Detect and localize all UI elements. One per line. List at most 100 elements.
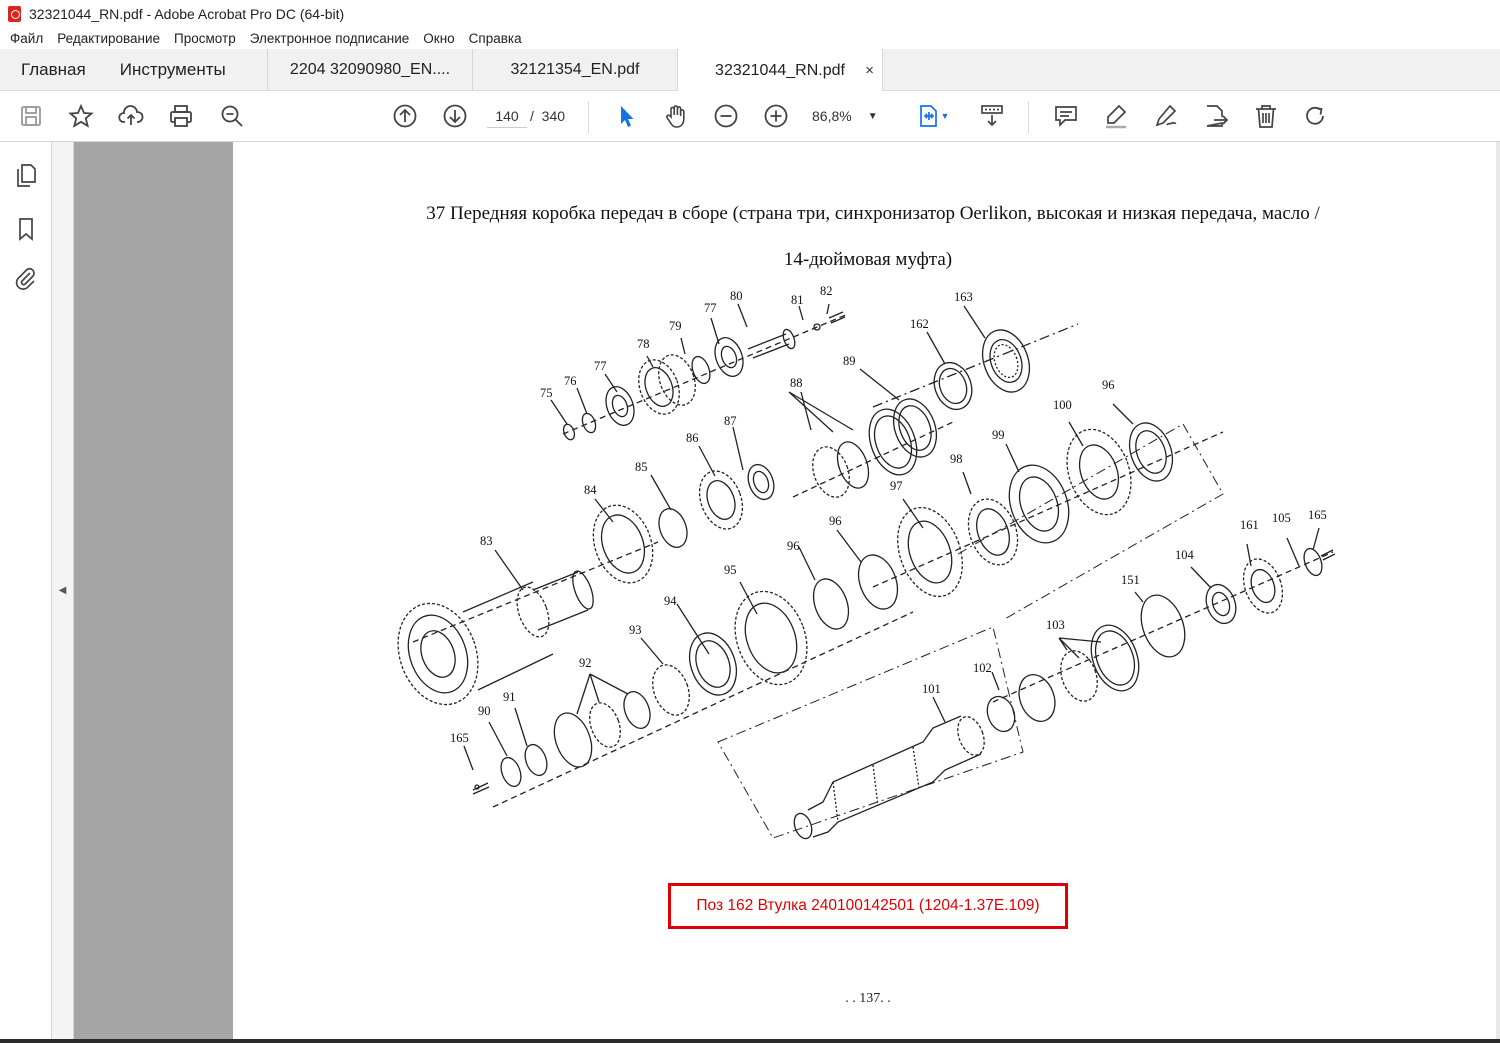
select-pointer-icon[interactable] — [611, 101, 641, 131]
zoom-out-icon[interactable] — [711, 101, 741, 131]
tab-document-2[interactable]: 32121354_EN.pdf — [473, 49, 678, 91]
callout-label: 101 — [922, 682, 941, 696]
attachments-icon[interactable] — [13, 266, 39, 292]
printed-page-number: . . 137. . — [845, 991, 891, 1006]
diagram-callouts: 75 76 77 78 79 77 80 81 82 163 162 89 88… — [450, 284, 1327, 745]
callout-label: 76 — [564, 374, 577, 388]
callout-label: 86 — [686, 431, 699, 445]
menu-e-sign[interactable]: Электронное подписание — [250, 31, 410, 46]
callout-label: 77 — [704, 301, 717, 315]
vertical-scrollbar[interactable] — [1496, 142, 1500, 1039]
tab-document-1-label: 2204 32090980_EN.... — [289, 61, 451, 78]
delete-icon[interactable] — [1251, 101, 1281, 131]
upload-icon[interactable] — [116, 101, 146, 131]
menu-help[interactable]: Справка — [469, 31, 522, 46]
callout-label: 162 — [910, 317, 929, 331]
callout-label: 77 — [594, 359, 607, 373]
page-thumbnails-icon[interactable] — [13, 162, 39, 188]
callout-label: 84 — [584, 483, 597, 497]
print-icon[interactable] — [166, 101, 196, 131]
tab-document-2-label: 32121354_EN.pdf — [510, 61, 640, 78]
panel-collapse-arrow[interactable]: ◀ — [52, 142, 74, 1039]
callout-label: 90 — [478, 704, 491, 718]
callout-label: 96 — [829, 514, 842, 528]
scroll-mode-icon[interactable] — [977, 101, 1007, 131]
callout-label: 105 — [1272, 511, 1291, 525]
callout-label: 99 — [992, 428, 1005, 442]
callout-label: 103 — [1046, 618, 1065, 632]
tab-bar: Главная Инструменты 2204 32090980_EN....… — [0, 49, 1500, 92]
toolbar: 140 / 340 86,8% ▼ ▼ — [0, 91, 1500, 142]
callout-label: 88 — [790, 376, 803, 390]
tab-tools[interactable]: Инструменты — [120, 60, 226, 80]
home-tools-tabs: Главная Инструменты — [0, 49, 268, 91]
annotation-note-text: Поз 162 Втулка 240100142501 (1204-1.37E.… — [696, 897, 1040, 914]
tab-document-1[interactable]: 2204 32090980_EN.... — [268, 49, 473, 91]
callout-label: 92 — [579, 656, 592, 670]
page-total-label: / 340 — [530, 108, 565, 124]
annotation-note: Поз 162 Втулка 240100142501 (1204-1.37E.… — [668, 883, 1068, 929]
hand-icon[interactable] — [661, 101, 691, 131]
tab-home[interactable]: Главная — [21, 60, 86, 80]
callout-label: 80 — [730, 289, 743, 303]
page-separator: / — [530, 108, 534, 124]
star-icon[interactable] — [66, 101, 96, 131]
callout-label: 81 — [791, 293, 804, 307]
callout-label: 102 — [973, 661, 992, 675]
callout-label: 96 — [1102, 378, 1115, 392]
callout-label: 85 — [635, 460, 648, 474]
page-total: 340 — [541, 108, 566, 124]
zoom-value: 86,8% — [812, 108, 852, 124]
callout-label: 100 — [1053, 398, 1072, 412]
pdf-app-icon — [8, 5, 21, 22]
menu-bar: Файл Редактирование Просмотр Электронное… — [0, 27, 1500, 49]
callout-label: 161 — [1240, 518, 1259, 532]
menu-window[interactable]: Окно — [423, 31, 454, 46]
callout-label: 98 — [950, 452, 963, 466]
page-number-input[interactable]: 140 — [487, 104, 527, 128]
callout-label: 87 — [724, 414, 737, 428]
tab-document-3[interactable]: 32321044_RN.pdf × — [678, 49, 883, 92]
callout-label: 165 — [450, 731, 469, 745]
callout-label: 82 — [820, 284, 833, 298]
close-icon[interactable]: × — [865, 62, 874, 79]
menu-file[interactable]: Файл — [10, 31, 43, 46]
fit-page-dropdown-icon[interactable]: ▼ — [938, 101, 952, 131]
callout-label: 78 — [637, 337, 650, 351]
navigation-panel — [0, 142, 52, 1039]
zoom-select[interactable]: 86,8% ▼ — [812, 104, 892, 128]
callout-label: 91 — [503, 690, 516, 704]
toolbar-divider — [588, 101, 589, 133]
callout-label: 75 — [540, 386, 553, 400]
callout-label: 96 — [787, 539, 800, 553]
zoom-search-icon[interactable] — [217, 101, 247, 131]
toolbar-divider — [1028, 101, 1029, 133]
callout-label: 89 — [843, 354, 856, 368]
highlight-icon[interactable] — [1101, 101, 1131, 131]
save-icon[interactable] — [16, 101, 46, 131]
document-margin — [74, 142, 233, 1039]
redo-icon[interactable] — [1301, 101, 1331, 131]
callout-label: 151 — [1121, 573, 1140, 587]
bookmarks-icon[interactable] — [13, 216, 39, 242]
zoom-in-icon[interactable] — [761, 101, 791, 131]
comment-icon[interactable] — [1051, 101, 1081, 131]
callout-label: 163 — [954, 290, 973, 304]
title-bar: 32321044_RN.pdf - Adobe Acrobat Pro DC (… — [0, 0, 1500, 27]
arrow-down-icon[interactable] — [440, 101, 470, 131]
menu-edit[interactable]: Редактирование — [57, 31, 160, 46]
edit-pdf-icon[interactable] — [1201, 101, 1231, 131]
callout-label: 79 — [669, 319, 682, 333]
callout-label: 94 — [664, 594, 677, 608]
callout-label: 165 — [1308, 508, 1327, 522]
arrow-up-icon[interactable] — [390, 101, 420, 131]
menu-view[interactable]: Просмотр — [174, 31, 236, 46]
callout-label: 104 — [1175, 548, 1195, 562]
window-title: 32321044_RN.pdf - Adobe Acrobat Pro DC (… — [29, 5, 345, 22]
callout-label: 93 — [629, 623, 642, 637]
sign-icon[interactable] — [1151, 101, 1181, 131]
tab-document-3-label: 32321044_RN.pdf — [715, 61, 845, 79]
callout-label: 97 — [890, 479, 903, 493]
chevron-down-icon: ▼ — [867, 110, 878, 122]
callout-label: 83 — [480, 534, 493, 548]
